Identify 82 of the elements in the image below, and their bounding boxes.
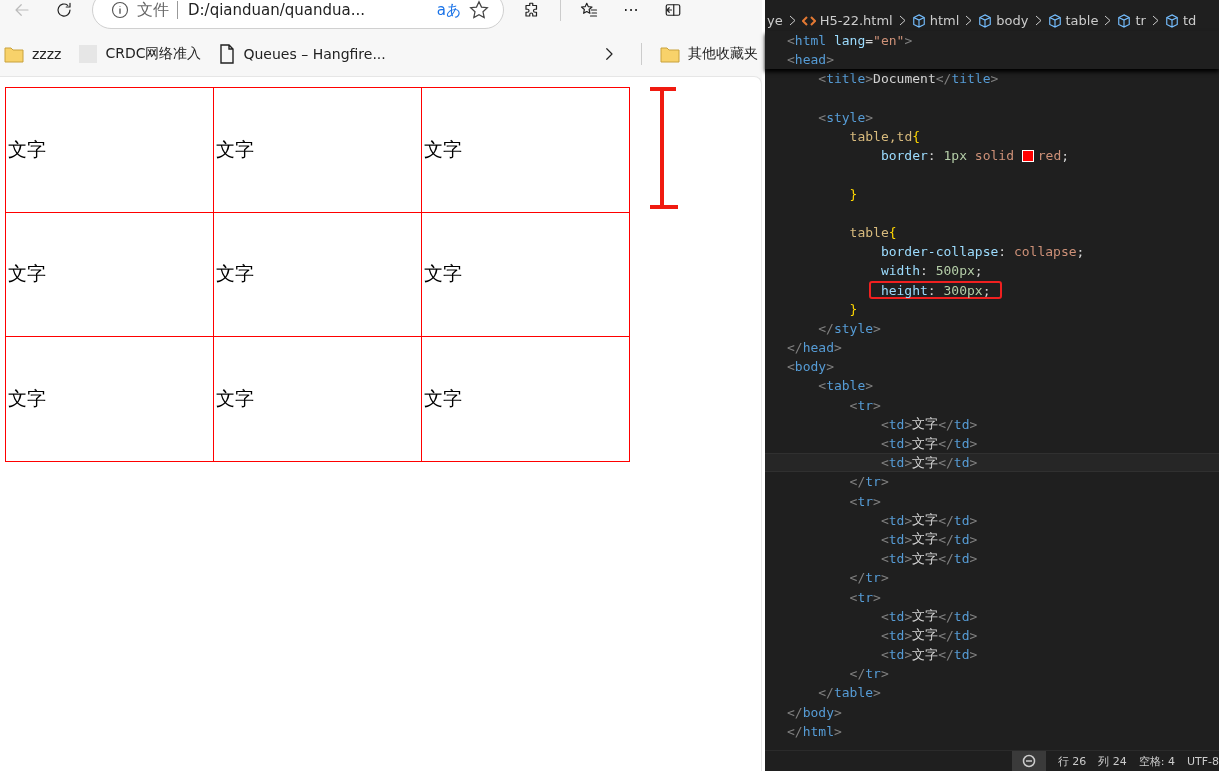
chevron-right-icon [1151, 15, 1159, 26]
reload-icon[interactable] [55, 1, 73, 19]
code-line: <tr> [848, 588, 882, 606]
bookmark-item[interactable]: CRDC网络准入 [79, 45, 202, 63]
code-line: </table> [817, 684, 882, 702]
status-item[interactable]: 行 26 [1057, 753, 1087, 769]
code-line: <td>文字</td> [879, 646, 979, 664]
code-line: border: 1px solid red; [879, 147, 1071, 165]
code-line: <td>文字</td> [879, 550, 979, 568]
code-line: } [848, 185, 859, 203]
bookmark-item[interactable]: zzzz [4, 45, 62, 63]
chevron-right-icon [965, 15, 973, 26]
file-scheme-label: 文件 [137, 0, 169, 21]
code-line: <style> [817, 108, 875, 126]
table-cell: 文字 [5, 212, 214, 337]
code-line: <td>文字</td> [879, 454, 979, 472]
breadcrumb-item[interactable]: tr [1117, 13, 1146, 28]
cube-icon [1164, 13, 1179, 28]
code-line: <tr> [848, 492, 882, 510]
breadcrumb-item[interactable]: H5-22.html [801, 13, 893, 28]
code-line: table,td{ [848, 128, 922, 146]
code-line: <title>Document</title> [817, 70, 1000, 88]
code-line: </head> [786, 339, 843, 357]
code-line: table{ [848, 223, 898, 242]
table-cell: 文字 [421, 336, 630, 462]
code-line: <html lang="en"> [786, 32, 914, 50]
code-file-icon [801, 14, 816, 27]
code-line: } [848, 300, 859, 318]
favorites-star-list-icon[interactable] [580, 1, 598, 19]
table-cell: 文字 [213, 87, 422, 213]
code-line: <table> [817, 377, 875, 395]
breadcrumb-item[interactable]: html [911, 13, 960, 28]
code-line: width: 500px; [879, 262, 984, 280]
code-line: <tr> [848, 396, 882, 414]
table-cell: 文字 [213, 336, 422, 462]
status-item[interactable]: 空格: 4 [1138, 753, 1175, 769]
sidebar-icon[interactable] [664, 1, 682, 19]
table-cell: 文字 [421, 87, 630, 213]
code-line: </style> [817, 319, 882, 337]
code-line: </tr> [848, 569, 890, 587]
document-icon [219, 44, 236, 64]
chevron-right-icon [1034, 15, 1042, 26]
code-line: <body> [786, 358, 835, 376]
code-line: </html> [786, 722, 843, 740]
chevron-right-icon [1104, 15, 1112, 26]
status-item[interactable]: 列 24 [1098, 753, 1127, 769]
bookmark-item[interactable]: Queues – Hangfire... [219, 44, 386, 64]
code-line: <td>文字</td> [879, 607, 979, 625]
read-aloud-button[interactable]: aあ [436, 0, 461, 20]
table-cell: 文字 [421, 212, 630, 337]
cube-icon [1117, 13, 1132, 28]
cube-icon [911, 13, 926, 28]
code-line: </tr> [848, 473, 890, 491]
table-cell: 文字 [5, 336, 214, 462]
folder-icon [4, 45, 24, 63]
cube-icon [1047, 13, 1062, 28]
code-line: <td>文字</td> [879, 434, 979, 453]
chevron-right-icon [898, 15, 906, 26]
code-line: <td>文字</td> [879, 511, 979, 529]
url-text: D:/qianduan/quandua... [177, 1, 429, 19]
other-favorites-item[interactable]: 其他收藏夹 [660, 45, 758, 63]
address-bar[interactable]: 文件 D:/qianduan/quandua... aあ [92, 0, 504, 29]
status-item[interactable]: UTF-8 [1186, 754, 1219, 768]
breadcrumb-item[interactable]: ye [767, 13, 783, 28]
more-button[interactable]: ··· [617, 0, 645, 20]
code-line: <td>文字</td> [879, 415, 979, 433]
folder-icon [660, 45, 680, 63]
breadcrumb-item[interactable]: body [978, 13, 1029, 28]
chevron-right-icon [788, 15, 796, 26]
table-cell: 文字 [213, 212, 422, 337]
code-line: border-collapse: collapse; [879, 243, 1086, 261]
info-icon [111, 1, 129, 19]
code-line: </body> [786, 703, 843, 721]
cube-icon [978, 13, 993, 28]
star-icon[interactable] [469, 0, 489, 20]
code-line: <head> [786, 51, 835, 69]
code-line: <td>文字</td> [879, 530, 979, 549]
breadcrumb-item[interactable]: table [1047, 13, 1099, 28]
code-line: <td>文字</td> [879, 626, 979, 644]
table-cell: 文字 [5, 87, 214, 213]
breadcrumb-item[interactable]: td [1164, 13, 1197, 28]
code-line: </tr> [848, 665, 890, 683]
